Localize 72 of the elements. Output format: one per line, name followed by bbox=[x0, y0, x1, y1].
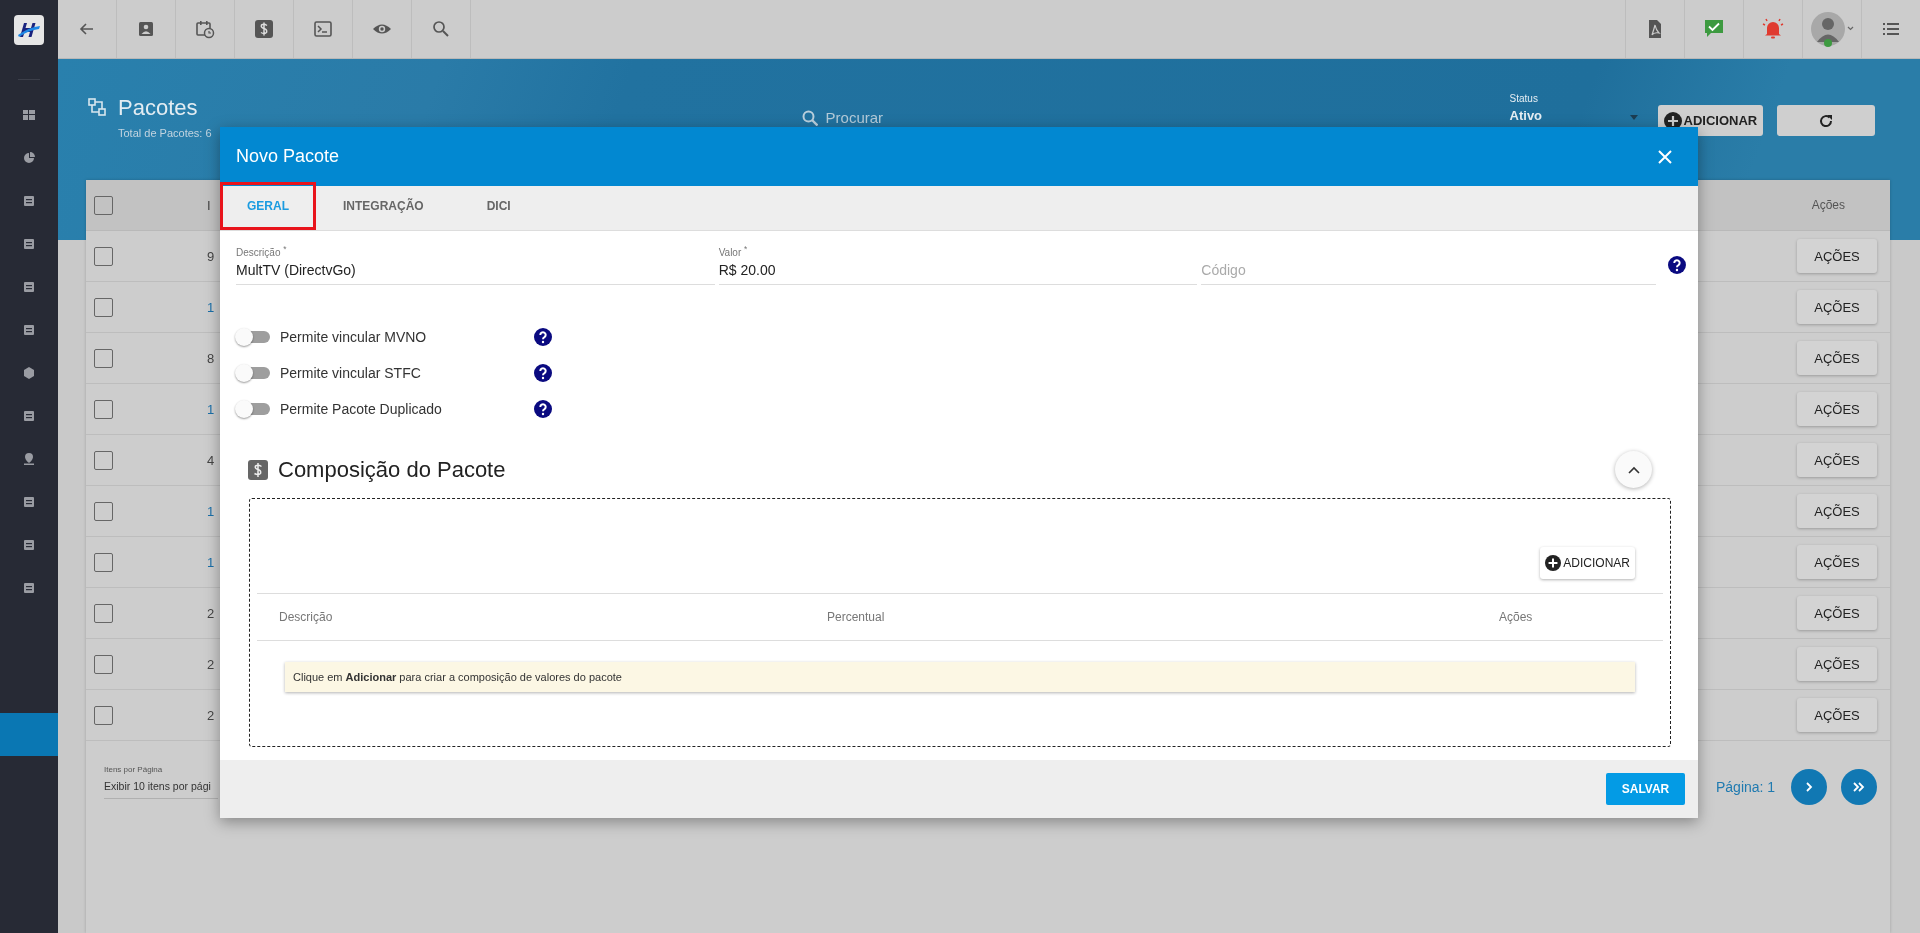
row-checkbox[interactable] bbox=[94, 399, 113, 419]
table-cell: 2 bbox=[207, 707, 215, 723]
actions-button[interactable]: AÇÕES bbox=[1797, 494, 1877, 528]
toggle-switch[interactable] bbox=[238, 331, 270, 343]
double-chevron-icon bbox=[1852, 781, 1867, 793]
close-icon bbox=[1658, 149, 1672, 164]
text-field[interactable]: Valor $^{*}$ R$ 20.00 bbox=[718, 245, 1198, 285]
actions-button[interactable]: AÇÕES bbox=[1797, 545, 1877, 579]
column-header: Ações bbox=[1499, 610, 1533, 624]
row-checkbox[interactable] bbox=[94, 603, 113, 623]
row-checkbox[interactable] bbox=[94, 705, 113, 725]
pie-icon[interactable] bbox=[23, 151, 35, 164]
caret-icon bbox=[1629, 115, 1638, 120]
status-select[interactable]: Status Ativo bbox=[1509, 93, 1638, 123]
package-icon bbox=[88, 98, 108, 118]
page-number: Página: 1 bbox=[1716, 779, 1776, 795]
help-icon[interactable] bbox=[534, 328, 552, 346]
row-checkbox[interactable] bbox=[94, 450, 113, 470]
help-icon[interactable] bbox=[1668, 256, 1686, 274]
table-cell: 4 bbox=[207, 452, 215, 468]
toggle-label: Permite Pacote Duplicado bbox=[280, 401, 443, 417]
column-header: Descrição bbox=[279, 610, 334, 624]
actions-button[interactable]: AÇÕES bbox=[1797, 239, 1877, 273]
toggle-switch[interactable] bbox=[238, 367, 270, 379]
toggle-switch[interactable] bbox=[238, 403, 270, 415]
tab[interactable]: INTEGRAÇÃO bbox=[316, 182, 451, 230]
row-checkbox[interactable] bbox=[94, 348, 113, 368]
cube-icon[interactable] bbox=[23, 366, 35, 379]
page-title: Pacotes bbox=[118, 95, 198, 121]
collapse-button[interactable] bbox=[1615, 451, 1652, 488]
search-icon bbox=[801, 109, 818, 126]
table-cell: 9 bbox=[207, 248, 215, 264]
empty-message: Clique em Adicionar para criar a composição de valores do pacote bbox=[285, 662, 1635, 692]
actions-button[interactable]: AÇÕES bbox=[1797, 596, 1877, 630]
actions-button[interactable]: AÇÕES bbox=[1797, 647, 1877, 681]
total-count: Total de Pacotes: 6 bbox=[118, 127, 212, 139]
help-icon[interactable] bbox=[534, 364, 552, 382]
row-checkbox[interactable] bbox=[94, 654, 113, 674]
table-cell: 8 bbox=[207, 350, 215, 366]
actions-button[interactable]: AÇÕES bbox=[1797, 290, 1877, 324]
chevron-icon bbox=[1627, 465, 1640, 474]
grid-icon[interactable] bbox=[23, 108, 35, 121]
column-header: I bbox=[207, 197, 211, 213]
actions-button[interactable]: AÇÕES bbox=[1797, 698, 1877, 732]
help-icon[interactable] bbox=[534, 400, 552, 418]
actions-button[interactable]: AÇÕES bbox=[1797, 443, 1877, 477]
close-button[interactable] bbox=[1656, 147, 1674, 166]
select-all-checkbox[interactable] bbox=[94, 195, 113, 215]
items-per-page-select[interactable]: Itens por Página Exibir 10 itens por pági bbox=[104, 765, 218, 799]
dollar-icon bbox=[248, 459, 268, 480]
actions-button[interactable]: AÇÕES bbox=[1797, 392, 1877, 426]
table-cell: 2 bbox=[207, 605, 215, 621]
plus-circle-icon bbox=[1545, 555, 1562, 571]
refresh-button[interactable] bbox=[1777, 105, 1876, 136]
tab[interactable]: DICI bbox=[450, 182, 547, 230]
refresh-icon bbox=[1818, 112, 1835, 129]
toggle-label: Permite vincular MVNO bbox=[280, 329, 428, 345]
section-title: Composição do Pacote bbox=[278, 456, 506, 483]
row-checkbox[interactable] bbox=[94, 501, 113, 521]
row-checkbox[interactable] bbox=[94, 246, 113, 266]
text-field[interactable]: Descrição $^{*}$ MultTV (DirectvGo) bbox=[236, 245, 715, 285]
actions-button[interactable]: AÇÕES bbox=[1797, 341, 1877, 375]
list-icon[interactable] bbox=[23, 495, 35, 508]
row-checkbox[interactable] bbox=[94, 552, 113, 572]
row-checkbox[interactable] bbox=[94, 297, 113, 317]
add-button[interactable]: ADICIONAR bbox=[1540, 547, 1635, 579]
toggle-label: Permite vincular STFC bbox=[280, 365, 422, 381]
column-header: Percentual bbox=[827, 610, 886, 624]
table-cell: 2 bbox=[207, 656, 215, 672]
column-header: Ações bbox=[1811, 198, 1845, 212]
pin-icon[interactable] bbox=[23, 452, 35, 465]
dialog-title: Novo Pacote bbox=[236, 146, 340, 167]
